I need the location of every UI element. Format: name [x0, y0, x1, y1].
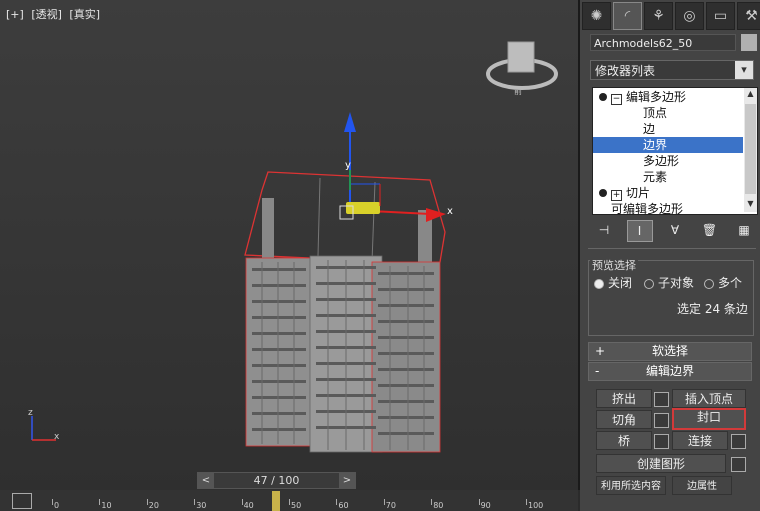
create-shape-settings-button[interactable]: [731, 457, 746, 472]
stack-item-edge[interactable]: 边: [643, 121, 655, 137]
radio-off[interactable]: 关闭: [594, 274, 632, 291]
edit-border-rollout[interactable]: - 编辑边界: [588, 362, 752, 381]
connect-settings-button[interactable]: [731, 434, 746, 449]
modifier-list-label: 修改器列表: [595, 64, 656, 78]
bridge-button[interactable]: 桥: [596, 431, 652, 450]
make-unique-icon[interactable]: ∀: [663, 220, 687, 240]
tripod-z-label: z: [28, 408, 33, 418]
hierarchy-tab-icon[interactable]: ⚘: [644, 2, 673, 30]
collapse-icon[interactable]: −: [611, 94, 622, 105]
configure-sets-icon[interactable]: ▦: [732, 220, 756, 240]
curve-editor-icon[interactable]: [12, 493, 32, 509]
timeline-tick-label: 60: [338, 501, 349, 510]
timeline-tick-label: 50: [291, 501, 302, 510]
viewcube[interactable]: [484, 36, 560, 100]
timeline-tick-label: 30: [196, 501, 207, 510]
stack-item-border[interactable]: 边界: [593, 137, 743, 153]
motion-tab-icon[interactable]: ◎: [675, 2, 704, 30]
pin-stack-icon[interactable]: ⊣: [592, 220, 616, 240]
display-tab-icon[interactable]: ▭: [706, 2, 735, 30]
extrude-button[interactable]: 挤出: [596, 389, 652, 408]
timeline-tick: [146, 499, 148, 505]
stack-item-edit-poly[interactable]: − 编辑多边形: [593, 89, 686, 105]
panel-tabs: ✺ ◜ ⚘ ◎ ▭ ⚒: [582, 2, 760, 30]
timeline-tick: [478, 499, 480, 505]
utilities-tab-hammer-icon[interactable]: ⚒: [737, 2, 760, 30]
timeline-tick: [194, 499, 196, 505]
scroll-up-icon[interactable]: ▲: [744, 89, 757, 101]
edge-props-fragment[interactable]: 边属性: [672, 476, 732, 495]
remove-modifier-icon[interactable]: 🗑: [698, 220, 722, 240]
extrude-settings-button[interactable]: [654, 392, 669, 407]
perspective-viewport[interactable]: [+] [透视] [真实] 前 y x z x < 47 / 100 >: [0, 0, 580, 490]
chamfer-button[interactable]: 切角: [596, 410, 652, 429]
bulb-icon[interactable]: [599, 189, 607, 197]
cap-button[interactable]: 封口: [672, 408, 746, 430]
prev-frame-button[interactable]: <: [198, 473, 214, 488]
tripod-x-label: x: [54, 432, 60, 442]
viewcube-front-label: 前: [514, 87, 522, 96]
modify-tab-curve-icon[interactable]: ◜: [613, 2, 642, 30]
stack-item-slice[interactable]: + 切片: [593, 185, 650, 201]
timeline-tick-label: 0: [54, 501, 60, 510]
modifier-stack[interactable]: − 编辑多边形 顶点 边 边界 多边形 元素 + 切片 可编辑多边形 ▲ ▼: [592, 87, 758, 215]
create-tab-sun-icon[interactable]: ✺: [582, 2, 611, 30]
stack-item-polygon[interactable]: 多边形: [643, 153, 679, 169]
command-panel: ✺ ◜ ⚘ ◎ ▭ ⚒ Archmodels62_50 修改器列表 ▾ − 编辑多…: [580, 0, 760, 511]
timeline-tick: [241, 499, 243, 505]
scroll-thumb[interactable]: [745, 104, 756, 194]
connect-button[interactable]: 连接: [672, 431, 728, 450]
timeline-tick-label: 80: [433, 501, 444, 510]
timeline-tick: [289, 499, 290, 505]
use-selection-fragment[interactable]: 利用所选内容: [596, 476, 666, 495]
insert-vertex-button[interactable]: 插入顶点: [672, 389, 746, 408]
stack-item-vertex[interactable]: 顶点: [643, 105, 667, 121]
object-name-field[interactable]: Archmodels62_50: [590, 34, 736, 51]
stack-item-editable-poly[interactable]: 可编辑多边形: [611, 201, 683, 214]
radio-subobject[interactable]: 子对象: [644, 274, 694, 291]
timeline-tick-label: 20: [148, 501, 159, 510]
bulb-icon[interactable]: [599, 93, 607, 101]
timeline-tick-label: 100: [528, 501, 544, 510]
timeline-tick-label: 90: [480, 501, 491, 510]
radio-multiple[interactable]: 多个: [704, 274, 742, 291]
timeline-tick: [383, 499, 385, 505]
object-color-swatch[interactable]: [741, 34, 757, 51]
stack-toolbar: ⊣ Ⅰ ∀ 🗑 ▦: [592, 220, 756, 242]
stack-scrollbar[interactable]: ▲ ▼: [744, 88, 757, 212]
show-end-result-icon[interactable]: Ⅰ: [626, 220, 653, 242]
timeline-tick: [526, 499, 527, 505]
gizmo-x-label: x: [447, 206, 453, 217]
divider: [588, 248, 756, 249]
preview-selection-title: 预览选择: [590, 257, 638, 273]
timeline-tick-label: 40: [243, 501, 254, 510]
modifier-list-dropdown[interactable]: 修改器列表 ▾: [590, 60, 754, 80]
next-frame-button[interactable]: >: [339, 473, 355, 488]
soft-selection-rollout[interactable]: + 软选择: [588, 342, 752, 361]
stack-item-element[interactable]: 元素: [643, 169, 667, 185]
timeline-tick: [431, 499, 433, 505]
timeline-tick-label: 10: [101, 501, 112, 510]
time-slider[interactable]: < 47 / 100 >: [197, 472, 356, 489]
timeline-tick: [52, 499, 53, 505]
timeline-tick-label: 70: [385, 501, 396, 510]
chamfer-settings-button[interactable]: [654, 413, 669, 428]
chevron-down-icon[interactable]: ▾: [735, 61, 753, 79]
timeline-tick: [336, 499, 338, 505]
bridge-settings-button[interactable]: [654, 434, 669, 449]
selection-status: 选定 24 条边: [677, 302, 748, 316]
gizmo-y-label: y: [345, 160, 351, 171]
frame-counter: 47 / 100: [253, 474, 300, 487]
expand-icon[interactable]: +: [611, 190, 622, 201]
scroll-down-icon[interactable]: ▼: [744, 199, 757, 211]
current-frame-marker[interactable]: [272, 491, 280, 511]
create-shape-button[interactable]: 创建图形: [596, 454, 726, 473]
timeline-tick: [99, 499, 101, 505]
